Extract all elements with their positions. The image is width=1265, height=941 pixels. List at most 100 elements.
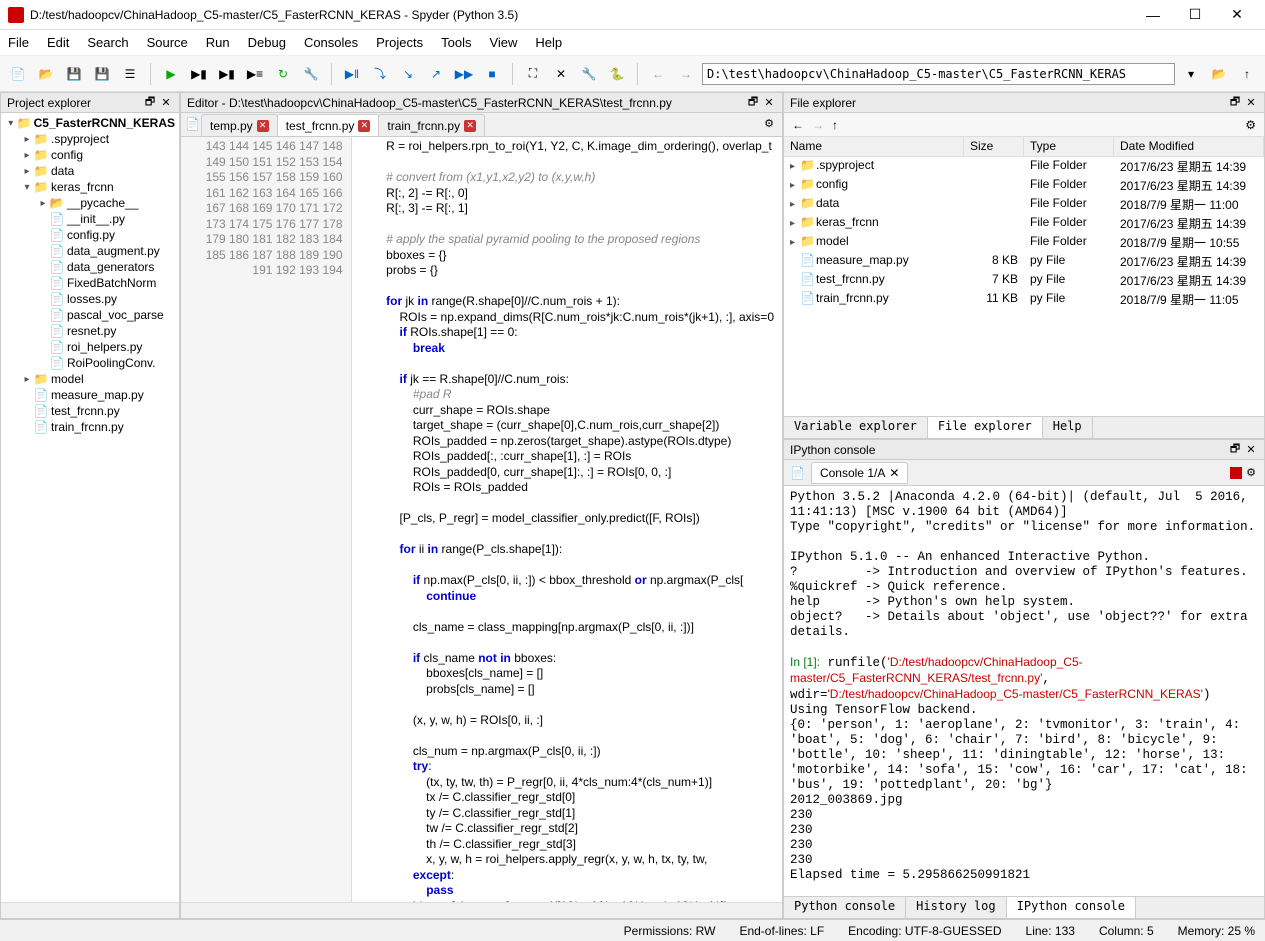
stop-debug-icon[interactable]: ■ (480, 62, 504, 86)
console-tab-close-icon[interactable]: ✕ (889, 466, 899, 480)
tree-item[interactable]: ▸📁config (1, 147, 179, 163)
new-file-icon[interactable]: 📄 (6, 62, 30, 86)
debug-config-icon[interactable]: 🔧 (299, 62, 323, 86)
menu-run[interactable]: Run (206, 35, 230, 50)
python-path-icon[interactable]: 🐍 (605, 62, 629, 86)
step-over-icon[interactable]: ⤵ (368, 62, 392, 86)
menu-edit[interactable]: Edit (47, 35, 69, 50)
column-header[interactable]: Size (964, 137, 1024, 156)
console-options-icon[interactable]: ⚙ (1244, 466, 1258, 480)
file-row[interactable]: ▸📁.spyprojectFile Folder2017/6/23 星期五 14… (784, 157, 1264, 176)
file-row[interactable]: 📄measure_map.py8 KBpy File2017/6/23 星期五 … (784, 252, 1264, 271)
column-header[interactable]: Date Modified (1114, 137, 1264, 156)
tab-browse-icon[interactable]: 📄 (185, 117, 200, 131)
parent-dir-icon[interactable]: ↑ (1235, 62, 1259, 86)
console-tab[interactable]: Console 1/A ✕ (811, 462, 908, 484)
file-row[interactable]: 📄train_frcnn.py11 KBpy File2018/7/9 星期一 … (784, 290, 1264, 309)
save-icon[interactable]: 💾 (62, 62, 86, 86)
tree-item[interactable]: ▸📂__pycache__ (1, 195, 179, 211)
ipython-output[interactable]: Python 3.5.2 |Anaconda 4.2.0 (64-bit)| (… (784, 486, 1264, 896)
column-header[interactable]: Type (1024, 137, 1114, 156)
fex-close-icon[interactable]: ✕ (1244, 96, 1258, 110)
tab-close-icon[interactable]: ✕ (358, 120, 370, 132)
file-row[interactable]: ▸📁modelFile Folder2018/7/9 星期一 10:55 (784, 233, 1264, 252)
tab-close-icon[interactable]: ✕ (257, 120, 269, 132)
tree-item[interactable]: 📄measure_map.py (1, 387, 179, 403)
forward-icon[interactable]: → (674, 62, 698, 86)
tree-item[interactable]: 📄data_generators (1, 259, 179, 275)
editor-tab[interactable]: test_frcnn.py✕ (277, 114, 380, 136)
debug-icon[interactable]: ▶‖ (340, 62, 364, 86)
tree-item[interactable]: ▾📁C5_FasterRCNN_KERAS (1, 115, 179, 131)
close-panel-icon[interactable]: ✕ (159, 96, 173, 110)
fex-undock-icon[interactable]: 🗗 (1228, 96, 1242, 110)
editor-close-icon[interactable]: ✕ (762, 96, 776, 110)
code-editor[interactable]: 143 144 145 146 147 148 149 150 151 152 … (181, 137, 782, 902)
tree-item[interactable]: 📄train_frcnn.py (1, 419, 179, 435)
tree-item[interactable]: 📄pascal_voc_parse (1, 307, 179, 323)
run-cell-icon[interactable]: ▶▮ (187, 62, 211, 86)
rerun-icon[interactable]: ↻ (271, 62, 295, 86)
run-icon[interactable]: ▶ (159, 62, 183, 86)
tree-item[interactable]: 📄__init__.py (1, 211, 179, 227)
editor-tab[interactable]: train_frcnn.py✕ (378, 114, 485, 136)
tree-item[interactable]: ▾📁keras_frcnn (1, 179, 179, 195)
tree-item[interactable]: ▸📁.spyproject (1, 131, 179, 147)
save-all-icon[interactable]: 💾 (90, 62, 114, 86)
tree-item[interactable]: 📄config.py (1, 227, 179, 243)
tree-item[interactable]: 📄roi_helpers.py (1, 339, 179, 355)
editor-options-icon[interactable]: ⚙ (762, 116, 776, 130)
editor-undock-icon[interactable]: 🗗 (746, 96, 760, 110)
tree-item[interactable]: 📄data_augment.py (1, 243, 179, 259)
editor-tab[interactable]: temp.py✕ (201, 114, 278, 136)
menu-tools[interactable]: Tools (441, 35, 471, 50)
ipy-undock-icon[interactable]: 🗗 (1228, 443, 1242, 457)
fex-forward-icon[interactable]: → (812, 118, 824, 132)
bottom-tab[interactable]: History log (906, 897, 1006, 918)
minimize-button[interactable]: — (1133, 1, 1173, 29)
menu-file[interactable]: File (8, 35, 29, 50)
file-row[interactable]: ▸📁configFile Folder2017/6/23 星期五 14:39 (784, 176, 1264, 195)
open-file-icon[interactable]: 📂 (34, 62, 58, 86)
console-stop-icon[interactable] (1230, 467, 1242, 479)
bottom-tab[interactable]: File explorer (928, 417, 1043, 438)
maximize-button[interactable]: ☐ (1175, 1, 1215, 29)
project-tree[interactable]: ▾📁C5_FasterRCNN_KERAS▸📁.spyproject▸📁conf… (1, 113, 179, 902)
menu-help[interactable]: Help (535, 35, 562, 50)
run-cell-advance-icon[interactable]: ▶▮ (215, 62, 239, 86)
run-selection-icon[interactable]: ▶≡ (243, 62, 267, 86)
tree-item[interactable]: 📄resnet.py (1, 323, 179, 339)
preferences-icon[interactable]: 🔧 (577, 62, 601, 86)
file-row[interactable]: ▸📁dataFile Folder2018/7/9 星期一 11:00 (784, 195, 1264, 214)
back-icon[interactable]: ← (646, 62, 670, 86)
fex-up-icon[interactable]: ↑ (832, 118, 838, 132)
ipy-close-icon[interactable]: ✕ (1244, 443, 1258, 457)
step-into-icon[interactable]: ↘ (396, 62, 420, 86)
bottom-tab[interactable]: Variable explorer (784, 417, 928, 438)
bottom-tab[interactable]: Python console (784, 897, 906, 918)
menu-search[interactable]: Search (87, 35, 128, 50)
menu-view[interactable]: View (489, 35, 517, 50)
bottom-tab[interactable]: IPython console (1007, 897, 1136, 918)
column-header[interactable]: Name (784, 137, 964, 156)
bottom-tab[interactable]: Help (1043, 417, 1093, 438)
menu-projects[interactable]: Projects (376, 35, 423, 50)
fex-options-icon[interactable]: ⚙ (1245, 118, 1256, 132)
fex-back-icon[interactable]: ← (792, 118, 804, 132)
tree-item[interactable]: 📄losses.py (1, 291, 179, 307)
menu-source[interactable]: Source (147, 35, 188, 50)
file-row[interactable]: 📄test_frcnn.py7 KBpy File2017/6/23 星期五 1… (784, 271, 1264, 290)
browse-folder-icon[interactable]: 📂 (1207, 62, 1231, 86)
fullscreen-icon[interactable]: ✕ (549, 62, 573, 86)
maximize-pane-icon[interactable]: ⛶ (521, 62, 545, 86)
undock-icon[interactable]: 🗗 (143, 96, 157, 110)
file-list[interactable]: ▸📁.spyprojectFile Folder2017/6/23 星期五 14… (784, 157, 1264, 416)
tree-item[interactable]: 📄FixedBatchNorm (1, 275, 179, 291)
menu-consoles[interactable]: Consoles (304, 35, 358, 50)
tree-item[interactable]: ▸📁data (1, 163, 179, 179)
file-row[interactable]: ▸📁keras_frcnnFile Folder2017/6/23 星期五 14… (784, 214, 1264, 233)
close-button[interactable]: ✕ (1217, 1, 1257, 29)
cwd-dropdown-icon[interactable]: ▾ (1179, 62, 1203, 86)
tree-item[interactable]: 📄test_frcnn.py (1, 403, 179, 419)
console-browse-icon[interactable]: 📄 (790, 466, 805, 480)
